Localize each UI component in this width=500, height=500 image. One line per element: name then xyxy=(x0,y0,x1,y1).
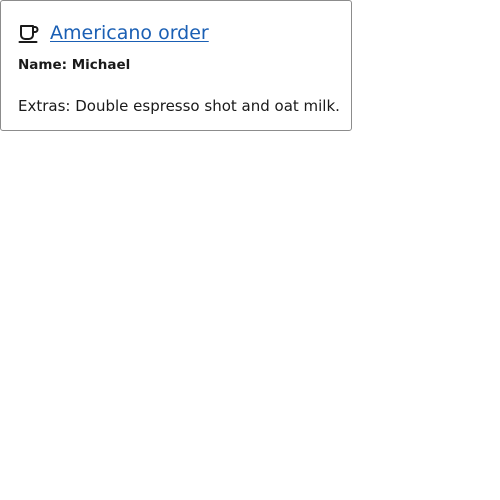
order-extras: Extras: Double espresso shot and oat mil… xyxy=(18,97,340,115)
name-label: Name: xyxy=(18,57,68,73)
name-value: Michael xyxy=(71,57,131,73)
order-card: Americano order Name: Michael Extras: Do… xyxy=(0,0,352,131)
extras-value: Double espresso shot and oat milk. xyxy=(75,97,340,115)
card-header: Americano order xyxy=(18,21,209,45)
extras-label: Extras: xyxy=(18,97,71,115)
customer-name: Name: Michael xyxy=(18,57,130,73)
coffee-cup-icon xyxy=(18,22,40,44)
order-title-link[interactable]: Americano order xyxy=(50,21,209,45)
